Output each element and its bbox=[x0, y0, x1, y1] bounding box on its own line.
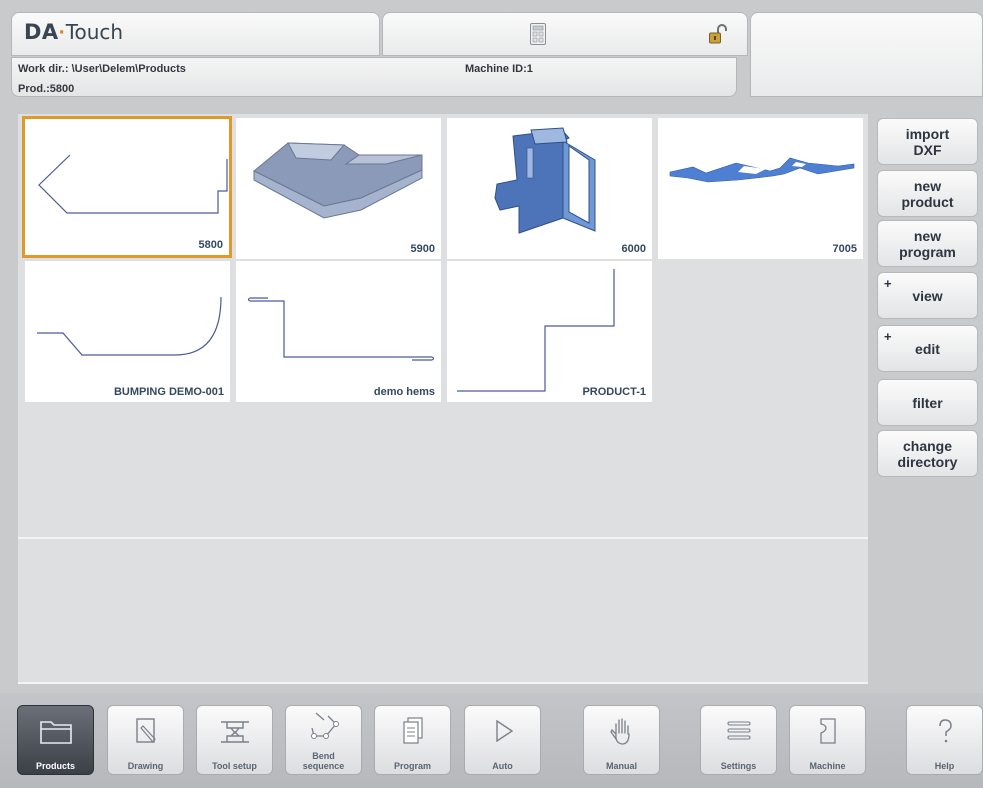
bend-sequence-tab[interactable]: Bend sequence bbox=[285, 705, 362, 775]
button-label: change bbox=[902, 437, 952, 454]
drawing-icon bbox=[135, 718, 156, 743]
settings-tab[interactable]: Settings bbox=[700, 705, 777, 775]
logo: DA·Touch bbox=[11, 12, 380, 56]
tab-label-line: sequence bbox=[302, 761, 345, 771]
folder-icon bbox=[39, 721, 72, 744]
logo-dot: · bbox=[58, 21, 66, 44]
bend-sequence-icon bbox=[310, 712, 339, 739]
current-product: Prod.:5800 bbox=[18, 83, 75, 95]
header: DA·Touch bbox=[11, 12, 983, 97]
button-label: directory bbox=[897, 453, 958, 470]
product-label: 5800 bbox=[198, 239, 223, 251]
machine-tab[interactable]: Machine bbox=[789, 705, 866, 775]
tab-label: Help bbox=[934, 761, 955, 771]
edit-button[interactable]: + edit bbox=[877, 325, 978, 372]
button-label: new bbox=[913, 227, 942, 244]
tab-label: Settings bbox=[720, 761, 757, 771]
product-tile[interactable]: BUMPING DEMO-001 bbox=[25, 261, 230, 402]
product-label: 7005 bbox=[832, 243, 857, 255]
divider bbox=[18, 537, 868, 539]
product-tile[interactable]: PRODUCT-1 bbox=[447, 261, 652, 402]
product-preview bbox=[457, 269, 615, 392]
button-label: edit bbox=[915, 340, 940, 357]
side-menu: import DXF new product new program + view +… bbox=[873, 114, 983, 694]
product-preview bbox=[669, 157, 855, 183]
product-preview bbox=[38, 154, 228, 214]
product-grid: 5800 5900 6000 7005 BUMPING DEMO-001 dem… bbox=[18, 114, 868, 684]
tab-label: Auto bbox=[492, 761, 513, 771]
auto-tab[interactable]: Auto bbox=[464, 705, 541, 775]
drawing-tab[interactable]: Drawing bbox=[107, 705, 184, 775]
product-label: BUMPING DEMO-001 bbox=[113, 386, 224, 398]
tab-label-line: Bend bbox=[312, 751, 335, 761]
new-product-button[interactable]: new product bbox=[877, 170, 978, 217]
product-label: 5900 bbox=[410, 243, 435, 255]
program-tab[interactable]: Program bbox=[374, 705, 451, 775]
header-right-panel bbox=[750, 12, 983, 97]
tab-label: Products bbox=[35, 761, 75, 771]
tool-setup-tab[interactable]: Tool setup bbox=[196, 705, 273, 775]
button-label: filter bbox=[912, 394, 943, 411]
divider bbox=[18, 682, 868, 684]
logo-product: Touch bbox=[65, 20, 124, 44]
hand-icon bbox=[609, 718, 630, 745]
tool-setup-icon bbox=[220, 721, 249, 743]
tab-label: Machine bbox=[809, 761, 846, 771]
tab-label: Tool setup bbox=[212, 761, 257, 771]
new-program-button[interactable]: new program bbox=[877, 220, 978, 267]
status-area bbox=[382, 12, 748, 56]
help-tab[interactable]: Help bbox=[906, 705, 983, 775]
filter-button[interactable]: filter bbox=[877, 379, 978, 426]
list-icon bbox=[726, 721, 751, 740]
button-label: DXF bbox=[913, 141, 942, 158]
product-label: demo hems bbox=[373, 386, 435, 398]
product-tile[interactable]: 5800 bbox=[22, 116, 232, 258]
plus-icon: + bbox=[884, 276, 892, 291]
view-button[interactable]: + view bbox=[877, 272, 978, 319]
tab-label: Manual bbox=[605, 761, 637, 771]
button-label: new bbox=[913, 177, 942, 194]
play-icon bbox=[495, 719, 513, 743]
product-preview bbox=[247, 297, 435, 361]
logo-brand: DA bbox=[24, 20, 59, 44]
product-preview bbox=[494, 127, 596, 234]
products-tab[interactable]: Products bbox=[17, 705, 94, 775]
calculator-icon[interactable] bbox=[530, 23, 546, 45]
tab-label: Bend sequence bbox=[286, 751, 361, 771]
product-preview bbox=[253, 142, 423, 219]
product-label: PRODUCT-1 bbox=[582, 386, 646, 398]
work-directory: Work dir.: \User\Delem\Products bbox=[18, 63, 186, 75]
change-directory-button[interactable]: change directory bbox=[877, 430, 978, 477]
program-icon bbox=[402, 717, 423, 744]
bottom-toolbar: Products Drawing Tool setup Bend sequence… bbox=[0, 693, 983, 788]
button-label: view bbox=[912, 287, 943, 304]
product-tile[interactable]: 6000 bbox=[447, 118, 652, 259]
plus-icon: + bbox=[884, 329, 892, 344]
button-label: product bbox=[901, 193, 954, 210]
machine-id: Machine ID:1 bbox=[465, 63, 533, 75]
tab-label: Program bbox=[393, 761, 431, 771]
product-preview bbox=[37, 296, 222, 356]
product-tile[interactable]: demo hems bbox=[236, 261, 441, 402]
product-label: 6000 bbox=[621, 243, 646, 255]
unlock-icon[interactable] bbox=[709, 24, 727, 44]
tab-label: Drawing bbox=[127, 761, 164, 771]
manual-tab[interactable]: Manual bbox=[583, 705, 660, 775]
product-tile[interactable]: 7005 bbox=[658, 118, 863, 259]
button-label: program bbox=[899, 243, 956, 260]
info-bar: Work dir.: \User\Delem\Products Machine … bbox=[11, 57, 737, 97]
product-tile[interactable]: 5900 bbox=[236, 118, 441, 259]
help-icon bbox=[938, 719, 952, 743]
machine-icon bbox=[819, 718, 836, 744]
import-dxf-button[interactable]: import DXF bbox=[877, 118, 978, 165]
button-label: import bbox=[905, 125, 950, 142]
